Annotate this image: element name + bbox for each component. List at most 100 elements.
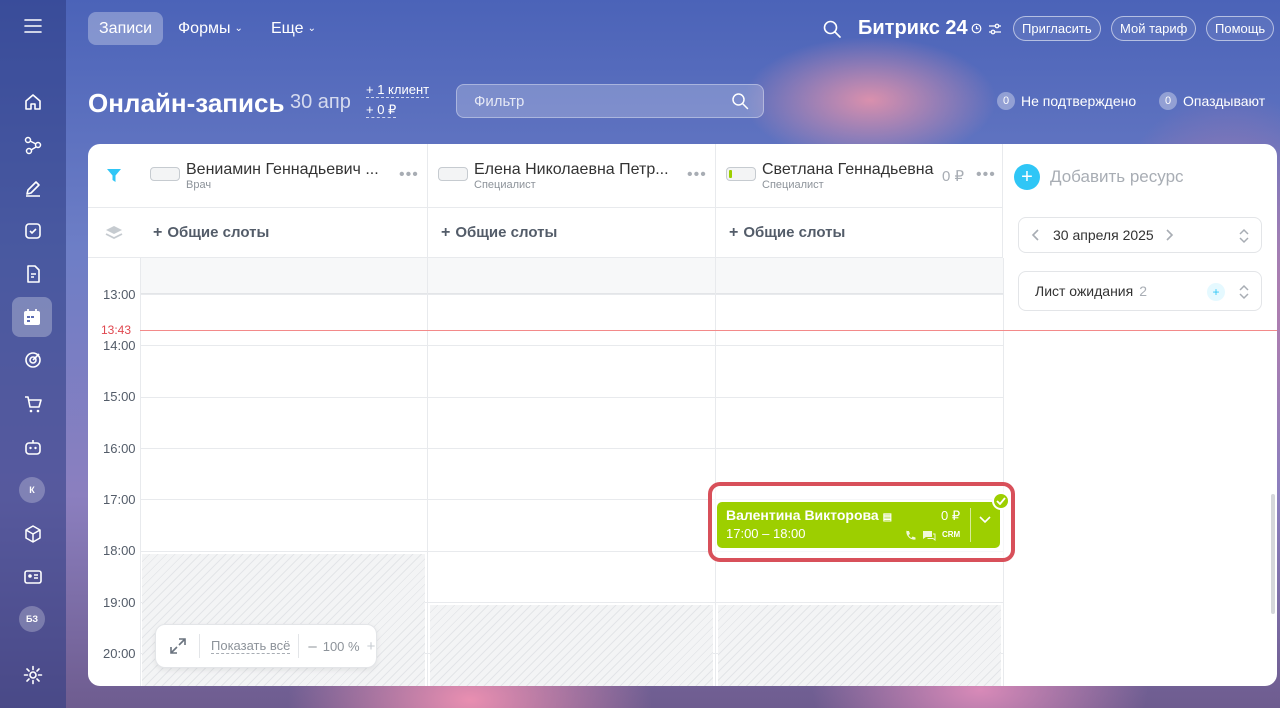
past-time-shade — [140, 258, 1003, 294]
late-counter[interactable]: 0 Опаздывают — [1159, 88, 1265, 114]
robot-icon[interactable] — [17, 431, 49, 463]
unavailable-slot — [718, 605, 1001, 686]
load-indicator — [438, 167, 468, 181]
more-icon[interactable]: ••• — [687, 166, 707, 184]
plus-icon: + — [1014, 164, 1040, 190]
common-slots-button[interactable]: + Общие слоты — [716, 208, 1003, 258]
zoom-value: 100 % — [322, 638, 360, 654]
resource-column-header[interactable]: Светлана Геннадьевна Специалист 0 ₽ ••• — [716, 144, 1003, 208]
current-time-label: 13:43 — [101, 323, 132, 337]
divider — [715, 258, 716, 686]
unconfirmed-counter[interactable]: 0 Не подтверждено — [997, 88, 1136, 114]
invite-button[interactable]: Пригласить — [1013, 16, 1101, 41]
flow-icon[interactable] — [17, 129, 49, 161]
plus-icon: + — [153, 223, 163, 241]
amount-stat[interactable]: + 0 ₽ — [366, 102, 397, 118]
crm-badge[interactable]: CRM — [942, 530, 960, 539]
help-label: Помощь — [1215, 21, 1266, 36]
cart-icon[interactable] — [17, 388, 49, 420]
resource-name: Светлана Геннадьевна — [762, 161, 934, 178]
help-button[interactable]: Помощь — [1206, 16, 1275, 41]
target-icon[interactable] — [17, 344, 49, 376]
phone-icon[interactable] — [905, 530, 917, 542]
prev-date-icon[interactable] — [1031, 229, 1039, 241]
unconfirmed-label: Не подтверждено — [1021, 93, 1137, 109]
plus-icon: + — [441, 223, 451, 241]
expand-icon[interactable] — [169, 637, 187, 655]
brand-logo[interactable]: Битрикс 24 — [858, 17, 1002, 40]
tab-label: Формы — [178, 19, 231, 37]
calendar-booking-icon[interactable] — [12, 297, 52, 337]
menu-icon[interactable] — [17, 10, 49, 42]
tab-forms[interactable]: Формы ⌄ — [167, 12, 254, 45]
layers-corner — [88, 208, 140, 258]
chat-icon[interactable] — [922, 530, 936, 542]
resource-column-header[interactable]: Елена Николаевна Петр... Специалист ••• — [428, 144, 716, 208]
doc-icon[interactable] — [17, 258, 49, 290]
time-label: 15:00 — [103, 389, 136, 404]
waitlist-label: Лист ожидания — [1035, 283, 1134, 299]
late-count: 0 — [1159, 92, 1177, 110]
resource-name: Елена Николаевна Петр... — [474, 161, 669, 178]
avatar-k[interactable]: К — [19, 477, 45, 503]
expand-collapse-icon[interactable] — [1239, 228, 1249, 244]
search-icon[interactable] — [822, 19, 842, 39]
divider — [298, 634, 300, 658]
booking-time: 17:00 – 18:00 — [726, 526, 806, 541]
booking-card[interactable]: Валентина Викторова ▤ 17:00 – 18:00 0 ₽ … — [717, 502, 1000, 548]
schedule-card: Вениамин Геннадьевич ... Врач ••• Елена … — [88, 144, 1277, 686]
add-waitlist-icon[interactable]: + — [1207, 283, 1225, 301]
resource-role: Врач — [186, 179, 212, 191]
next-date-icon[interactable] — [1166, 229, 1174, 241]
hour-line — [140, 448, 1003, 449]
home-icon[interactable] — [17, 86, 49, 118]
chevron-down-icon: ⌄ — [234, 23, 243, 34]
scrollbar[interactable] — [1271, 494, 1275, 614]
date-picker[interactable]: 30 апреля 2025 — [1018, 217, 1262, 253]
tasks-icon[interactable] — [17, 215, 49, 247]
clients-stat[interactable]: + 1 клиент — [366, 82, 430, 98]
sliders-icon[interactable] — [988, 22, 1002, 36]
client-name: Валентина Викторова — [726, 507, 879, 523]
zoom-out-icon[interactable]: – — [308, 638, 316, 655]
tab-more[interactable]: Еще ⌄ — [260, 12, 327, 45]
confirmed-check-icon — [992, 492, 1010, 510]
common-slots-button[interactable]: + Общие слоты — [428, 208, 716, 258]
pen-icon[interactable] — [17, 172, 49, 204]
common-slots-label: Общие слоты — [455, 224, 558, 241]
show-all-link[interactable]: Показать всё — [211, 638, 291, 654]
waitlist[interactable]: Лист ожидания 2 + — [1018, 271, 1262, 311]
common-slots-button[interactable]: + Общие слоты — [140, 208, 428, 258]
invite-label: Пригласить — [1022, 21, 1092, 36]
more-icon[interactable]: ••• — [976, 166, 996, 184]
tariff-label: Мой тариф — [1120, 21, 1188, 36]
more-icon[interactable]: ••• — [399, 166, 419, 184]
add-resource-label: Добавить ресурс — [1050, 167, 1184, 186]
expand-collapse-icon[interactable] — [1239, 284, 1249, 300]
page-date[interactable]: 30 апр — [290, 91, 351, 114]
zoom-control: Показать всё – 100 % + — [155, 624, 377, 668]
tab-label: Еще — [271, 19, 304, 37]
hour-line — [140, 397, 1003, 398]
resource-name: Вениамин Геннадьевич ... — [186, 161, 379, 178]
add-resource-button[interactable]: + Добавить ресурс — [1014, 164, 1184, 190]
late-label: Опаздывают — [1183, 93, 1266, 109]
resource-column-header[interactable]: Вениамин Геннадьевич ... Врач ••• — [140, 144, 428, 208]
filter-corner[interactable] — [88, 144, 140, 208]
layers-icon[interactable] — [105, 225, 123, 241]
chevron-down-icon: ⌄ — [307, 23, 316, 34]
resource-price: 0 ₽ — [942, 168, 965, 185]
unconfirmed-count: 0 — [997, 92, 1015, 110]
tariff-button[interactable]: Мой тариф — [1111, 16, 1197, 41]
funnel-icon[interactable] — [106, 168, 122, 183]
zoom-in-icon[interactable]: + — [367, 638, 376, 655]
contact-card-icon[interactable] — [17, 561, 49, 593]
avatar-bz[interactable]: БЗ — [19, 606, 45, 632]
chevron-down-icon[interactable] — [979, 516, 991, 524]
box-icon[interactable] — [17, 518, 49, 550]
filter-input[interactable]: Фильтр — [456, 84, 764, 118]
waitlist-count: 2 — [1139, 283, 1148, 299]
tab-bookings[interactable]: Записи — [88, 12, 164, 45]
time-grid[interactable]: 13:00 14:00 15:00 16:00 17:00 18:00 19:0… — [88, 258, 1277, 686]
settings-icon[interactable] — [17, 659, 49, 691]
